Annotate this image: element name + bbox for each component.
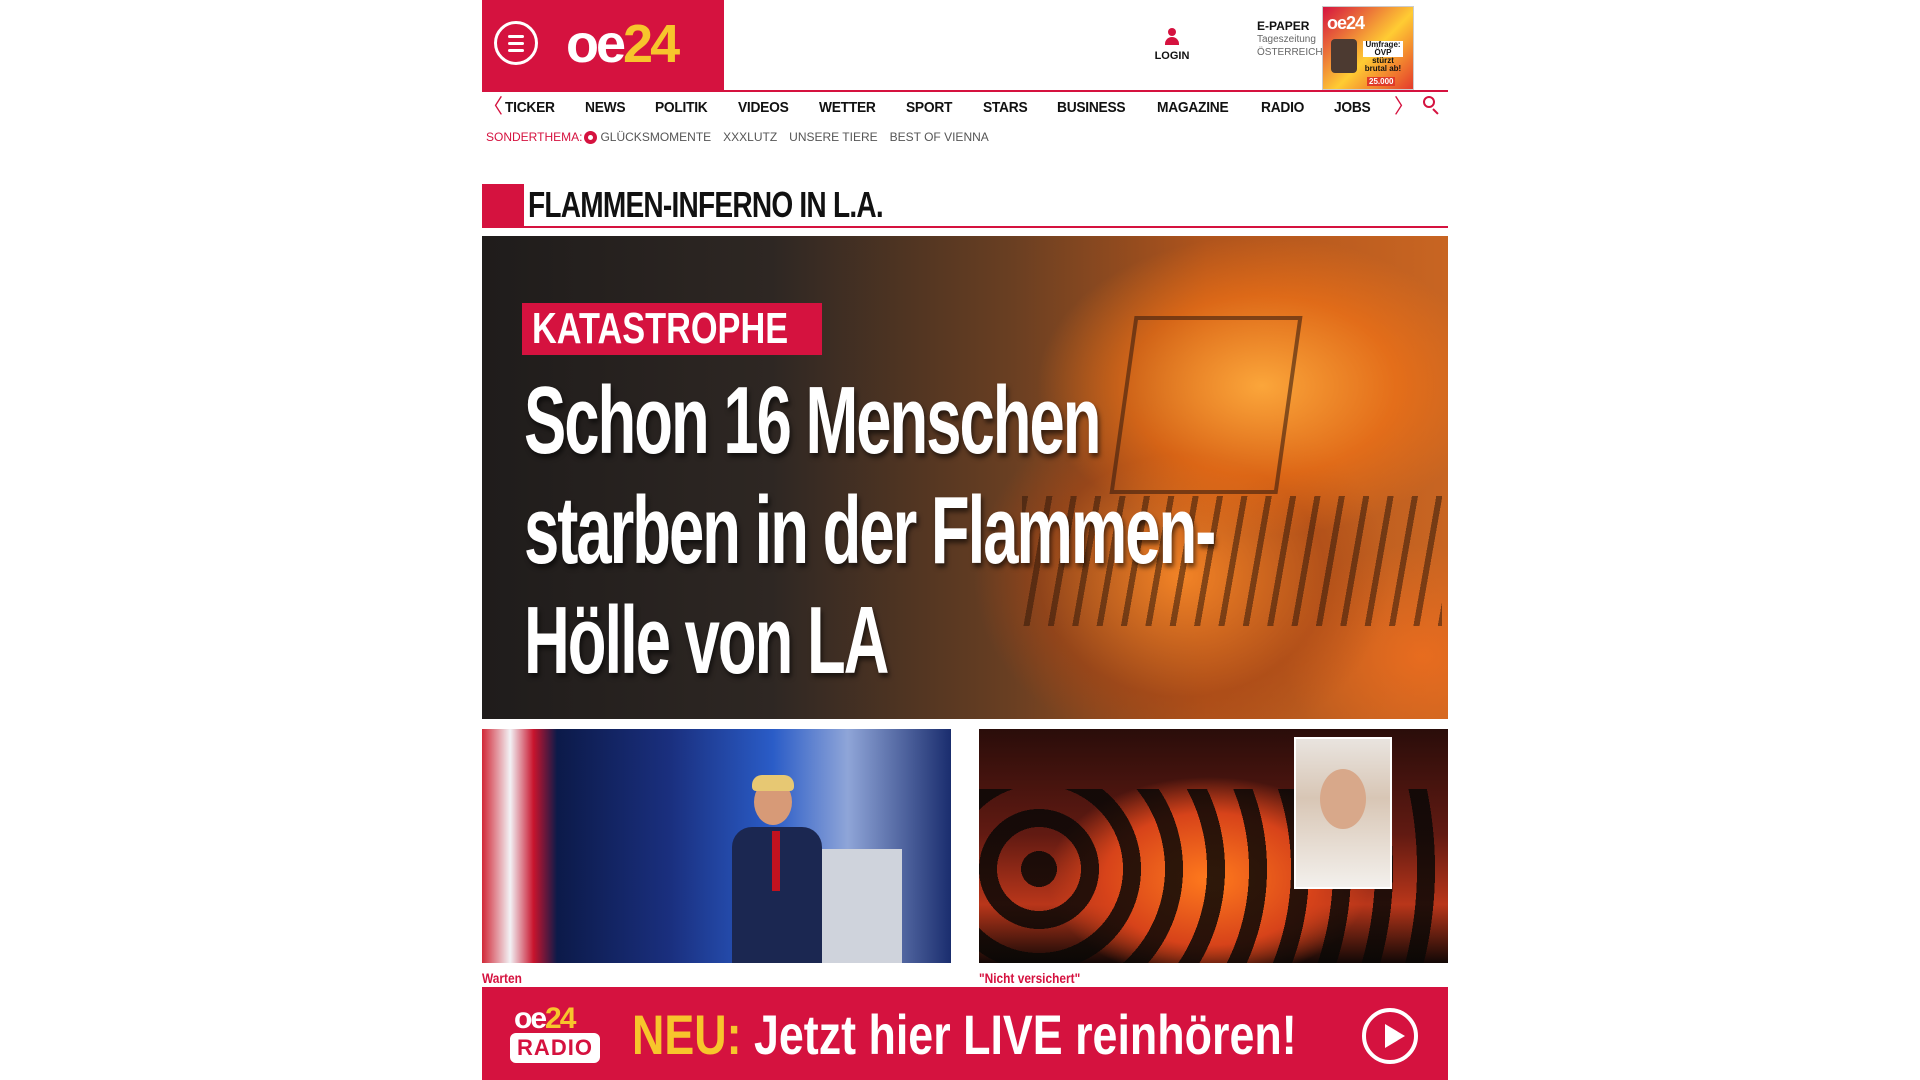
epaper-thumb-logo: oe24 xyxy=(1327,13,1365,33)
oe24-radio-logo: oe24 RADIO xyxy=(510,1002,600,1067)
nav-item-jobs[interactable]: JOBS xyxy=(1334,98,1371,118)
radio-logo-part1: oe xyxy=(514,1002,547,1035)
hero-kicker-text: KATASTROPHE xyxy=(532,304,789,353)
podium xyxy=(812,849,902,963)
section-title[interactable]: FLAMMEN-INFERNO IN L.A. xyxy=(528,183,884,227)
epaper-thumb-headline: Umfrage: ÖVP stürzt brutal ab! xyxy=(1363,40,1403,73)
radio-neu: NEU: xyxy=(632,1003,742,1066)
nav-item-videos[interactable]: VIDEOS xyxy=(738,98,789,118)
subnav-item-gluecksmomente[interactable]: GLÜCKSMOMENTE xyxy=(600,130,711,144)
subnav-item-unsere-tiere[interactable]: UNSERE TIERE xyxy=(789,130,877,144)
play-icon[interactable] xyxy=(1362,1008,1418,1064)
nav-item-magazine[interactable]: MAGAZINE xyxy=(1157,98,1229,118)
epaper-title: E-PAPER xyxy=(1257,19,1310,33)
epaper-link[interactable]: E-PAPER Tageszeitung ÖSTERREICH xyxy=(1257,20,1323,59)
nav-item-sport[interactable]: SPORT xyxy=(906,98,952,118)
epaper-subtitle: Tageszeitung xyxy=(1257,34,1316,45)
speaker-figure xyxy=(732,775,822,963)
nav-prev-arrow-icon[interactable]: 〈 xyxy=(483,96,503,118)
main-nav: 〈 TICKER NEWS POLITIK VIDEOS WETTER SPOR… xyxy=(482,96,1448,122)
hero-headline[interactable]: Schon 16 Menschen starben in der Flammen… xyxy=(524,366,1316,696)
nav-items: TICKER NEWS POLITIK VIDEOS WETTER SPORT … xyxy=(505,98,1399,118)
oe24-logo[interactable]: oe24 xyxy=(566,12,680,76)
teaser-label-1[interactable]: Warten xyxy=(482,970,522,986)
radio-badge: RADIO xyxy=(510,1033,600,1063)
subnav-lead: SONDERTHEMA: xyxy=(486,130,583,144)
hero-kicker: KATASTROPHE xyxy=(522,303,823,355)
radio-banner[interactable]: oe24 RADIO NEU: Jetzt hier LIVE reinhöre… xyxy=(482,987,1448,1080)
teaser-image-wildfire[interactable] xyxy=(979,729,1448,963)
epaper-thumb-price: 25.000 xyxy=(1367,77,1396,86)
logo-part1: oe xyxy=(566,14,626,74)
epaper-country: ÖSTERREICH xyxy=(1257,47,1323,58)
nav-item-news[interactable]: NEWS xyxy=(585,98,626,118)
nav-item-ticker[interactable]: TICKER xyxy=(505,98,555,118)
page: oe24 LOGIN E-PAPER Tageszeitung ÖSTERREI… xyxy=(482,0,1448,1080)
epaper-thumbnail[interactable]: oe24 Umfrage: ÖVP stürzt brutal ab! 25.0… xyxy=(1322,6,1414,90)
subnav-item-xxxlutz[interactable]: XXXLUTZ xyxy=(723,130,777,144)
nav-next-arrow-icon[interactable]: 〉 xyxy=(1394,96,1414,118)
hamburger-menu-icon[interactable] xyxy=(494,21,538,65)
logo-area: oe24 xyxy=(482,0,724,90)
subnav: SONDERTHEMA: GLÜCKSMOMENTE XXXLUTZ UNSER… xyxy=(486,130,1001,144)
radio-cta: Jetzt hier LIVE reinhören! xyxy=(753,1003,1297,1066)
nav-item-politik[interactable]: POLITIK xyxy=(655,98,708,118)
login-label: LOGIN xyxy=(1154,50,1190,62)
logo-part2: 24 xyxy=(623,14,680,74)
nav-item-radio[interactable]: RADIO xyxy=(1261,98,1304,118)
epaper-thumb-photo xyxy=(1331,39,1357,73)
nav-item-stars[interactable]: STARS xyxy=(983,98,1028,118)
hero-article[interactable]: KATASTROPHE Schon 16 Menschen starben in… xyxy=(482,236,1448,719)
teaser-label-2[interactable]: "Nicht versichert" xyxy=(979,970,1080,986)
search-icon[interactable] xyxy=(1423,96,1441,116)
radio-logo-part2: 24 xyxy=(545,1002,576,1035)
section-underline xyxy=(524,226,1448,228)
login-button[interactable]: LOGIN xyxy=(1154,28,1190,62)
radio-cta-text: NEU: Jetzt hier LIVE reinhören! xyxy=(632,1005,1297,1065)
subnav-item-best-of-vienna[interactable]: BEST OF VIENNA xyxy=(890,130,989,144)
inset-portrait xyxy=(1294,737,1392,889)
nav-item-business[interactable]: BUSINESS xyxy=(1057,98,1126,118)
section-marker xyxy=(482,184,524,228)
nav-divider xyxy=(482,90,1448,92)
teaser-image-speaker[interactable] xyxy=(482,729,951,963)
gluecksmomente-icon xyxy=(584,130,598,144)
nav-item-wetter[interactable]: WETTER xyxy=(819,98,876,118)
user-icon xyxy=(1163,28,1181,48)
